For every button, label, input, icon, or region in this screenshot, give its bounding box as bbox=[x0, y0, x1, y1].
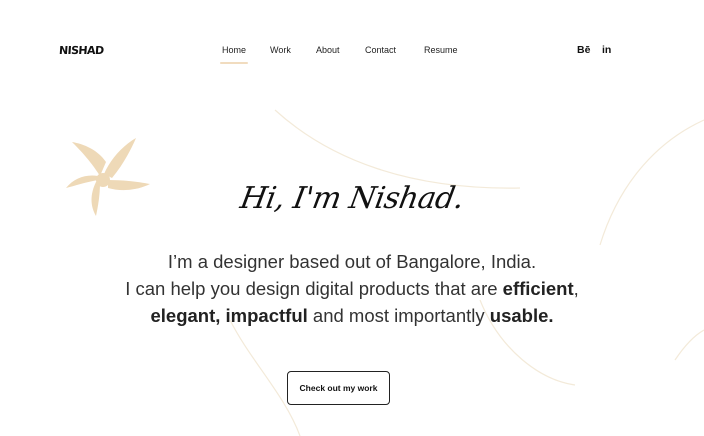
hero-line-2-text: I can help you design digital products t… bbox=[125, 278, 503, 299]
nav-resume[interactable]: Resume bbox=[424, 45, 458, 56]
main-nav: Home Work About Contact Resume bbox=[0, 45, 704, 65]
hero-title: Hi, I'm Nishad. bbox=[237, 181, 467, 216]
hero-line-3-text: and most importantly bbox=[307, 305, 490, 326]
hero-usable: usable. bbox=[489, 305, 554, 326]
linkedin-icon[interactable]: in bbox=[602, 44, 611, 56]
site-header: NISHAD Home Work About Contact Resume Bē… bbox=[0, 0, 704, 80]
nav-contact[interactable]: Contact bbox=[365, 45, 396, 56]
hero-line-1: I’m a designer based out of Bangalore, I… bbox=[167, 251, 537, 272]
hero-line-2: I can help you design digital products t… bbox=[0, 275, 704, 302]
hero-line-3: elegant, impactful and most importantly … bbox=[0, 302, 704, 329]
hero-elegant-impactful: elegant, impactful bbox=[150, 305, 308, 326]
nav-about[interactable]: About bbox=[316, 45, 340, 56]
hero-efficient: efficient bbox=[502, 278, 574, 299]
nav-home[interactable]: Home bbox=[219, 45, 249, 64]
nav-work[interactable]: Work bbox=[270, 45, 291, 56]
behance-icon[interactable]: Bē bbox=[577, 44, 590, 56]
hero-line-2-end: , bbox=[573, 278, 579, 299]
hero-intro: I’m a designer based out of Bangalore, I… bbox=[0, 248, 704, 329]
check-out-work-button[interactable]: Check out my work bbox=[287, 371, 390, 405]
